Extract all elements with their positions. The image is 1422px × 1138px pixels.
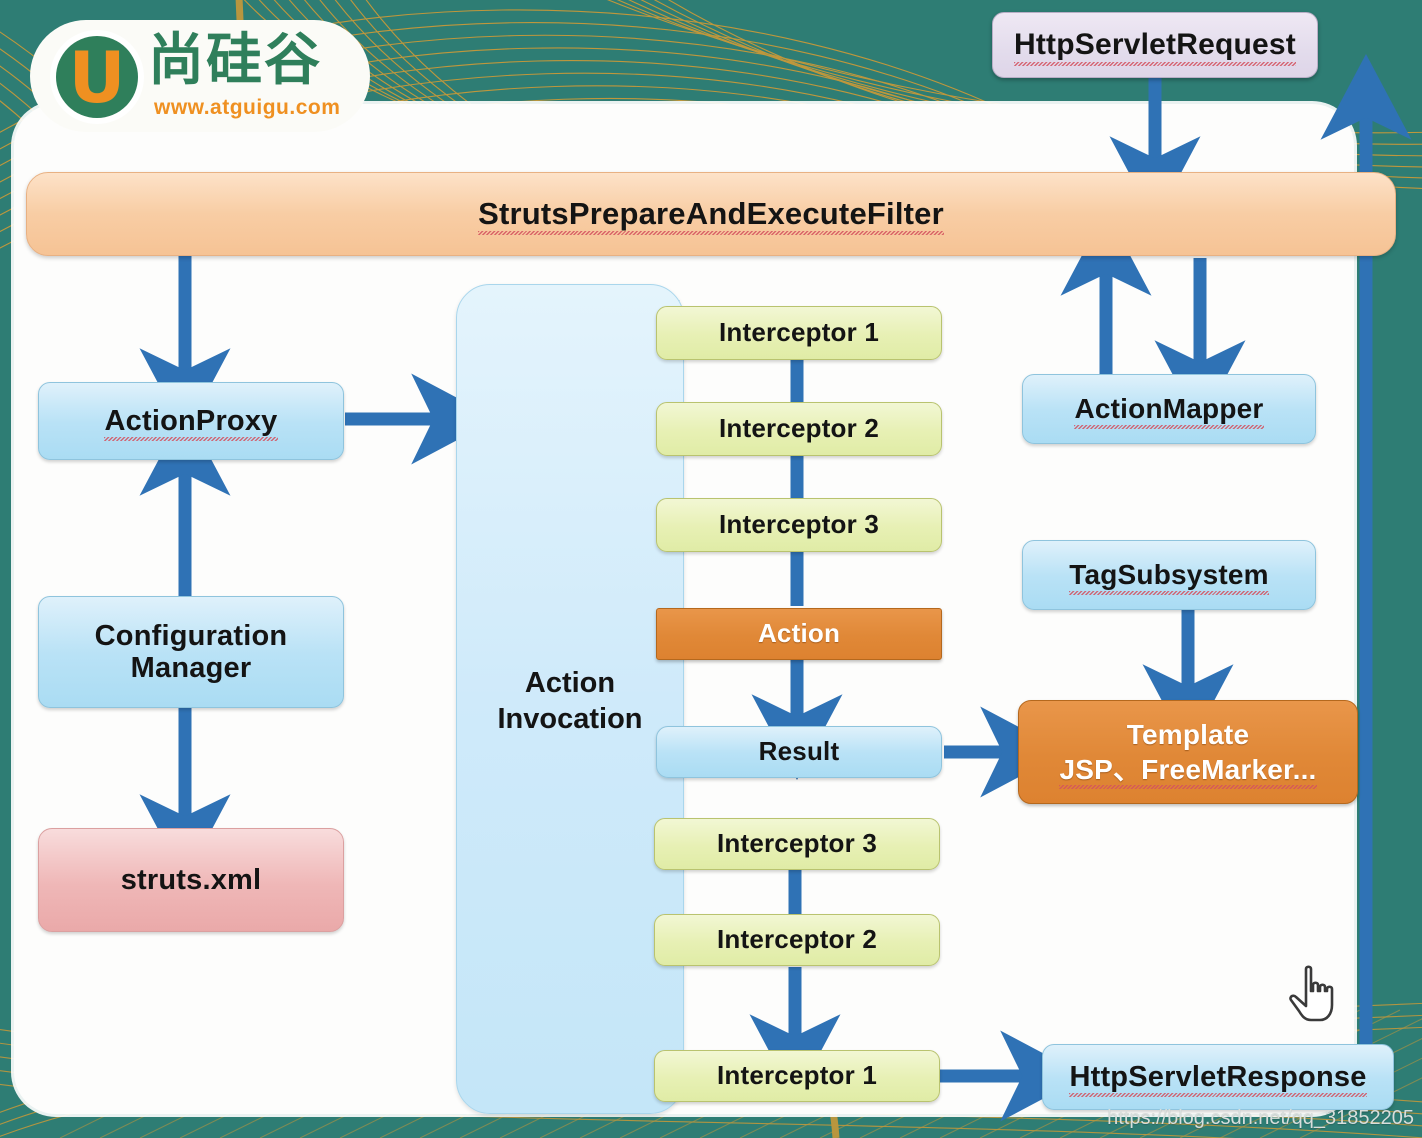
- node-action-proxy[interactable]: ActionProxy: [38, 382, 344, 460]
- node-tag-subsystem[interactable]: TagSubsystem: [1022, 540, 1316, 610]
- node-action[interactable]: Action: [656, 608, 942, 660]
- node-label: Interceptor 1: [716, 1060, 878, 1091]
- node-struts-xml[interactable]: struts.xml: [38, 828, 344, 932]
- node-label: HttpServletRequest: [1014, 28, 1296, 66]
- node-label: TagSubsystem: [1069, 559, 1269, 596]
- action-invocation-label-line2: Invocation: [497, 703, 643, 736]
- node-interceptor-1-top[interactable]: Interceptor 1: [656, 306, 942, 360]
- node-http-servlet-response[interactable]: HttpServletResponse: [1042, 1044, 1394, 1110]
- node-label: HttpServletResponse: [1069, 1060, 1367, 1098]
- node-label: Interceptor 2: [716, 924, 878, 955]
- node-result[interactable]: Result: [656, 726, 942, 778]
- node-interceptor-2-bottom[interactable]: Interceptor 2: [654, 914, 940, 966]
- node-label-line1: Configuration: [94, 619, 288, 652]
- node-label: StrutsPrepareAndExecuteFilter: [478, 195, 944, 236]
- watermark-text: https://blog.csdn.net/qq_31852205: [1107, 1107, 1414, 1129]
- hand-pointer-cursor: [1288, 963, 1340, 1025]
- node-label: struts.xml: [120, 863, 262, 896]
- node-label: Interceptor 3: [716, 828, 878, 859]
- node-struts-prepare-and-execute-filter[interactable]: StrutsPrepareAndExecuteFilter: [26, 172, 1396, 256]
- node-label: Interceptor 2: [718, 413, 880, 444]
- node-template[interactable]: Template JSP、FreeMarker...: [1018, 700, 1358, 804]
- node-label: Action: [757, 618, 841, 649]
- node-label-line2: JSP、FreeMarker...: [1059, 754, 1317, 790]
- action-invocation-label-line1: Action: [524, 667, 616, 699]
- node-interceptor-3-top[interactable]: Interceptor 3: [656, 498, 942, 552]
- node-label-line1: Template: [1126, 718, 1250, 750]
- node-interceptor-1-bottom[interactable]: Interceptor 1: [654, 1050, 940, 1102]
- node-configuration-manager[interactable]: Configuration Manager: [38, 596, 344, 708]
- node-http-servlet-request[interactable]: HttpServletRequest: [992, 12, 1318, 78]
- node-interceptor-2-top[interactable]: Interceptor 2: [656, 402, 942, 456]
- node-label: ActionProxy: [104, 404, 278, 442]
- node-action-mapper[interactable]: ActionMapper: [1022, 374, 1316, 444]
- node-label-line2: Manager: [130, 652, 252, 684]
- node-action-invocation[interactable]: Action Invocation: [456, 284, 684, 1114]
- node-label: Interceptor 1: [718, 317, 880, 348]
- node-interceptor-3-bottom[interactable]: Interceptor 3: [654, 818, 940, 870]
- node-label: Result: [758, 736, 840, 767]
- node-label: ActionMapper: [1074, 393, 1264, 430]
- node-label: Interceptor 3: [718, 509, 880, 540]
